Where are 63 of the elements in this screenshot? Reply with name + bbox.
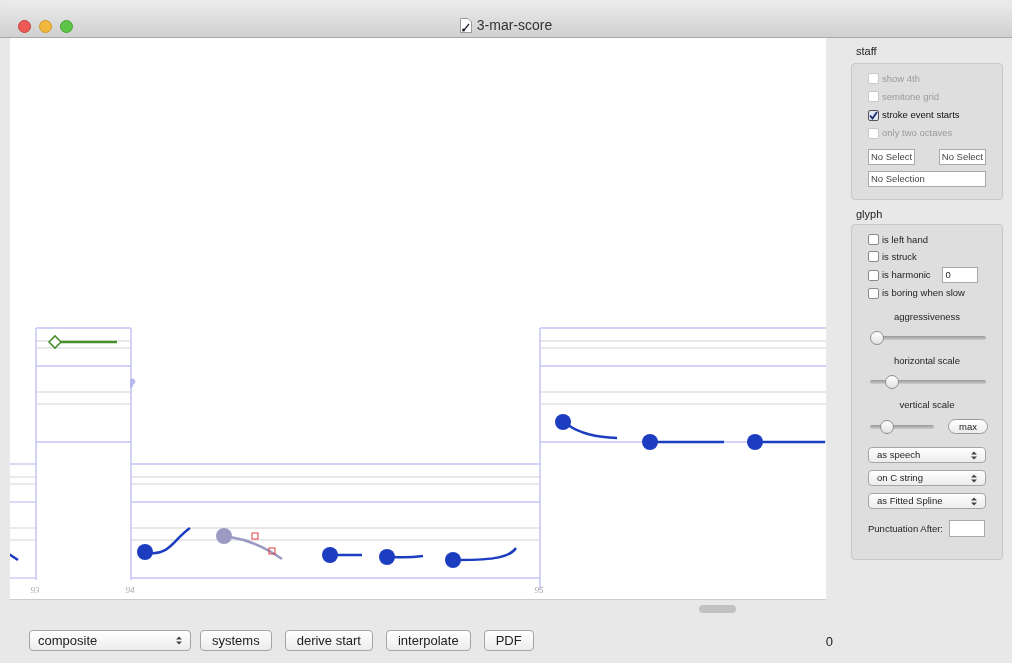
note-drawing bbox=[322, 547, 362, 563]
checkmark-icon bbox=[869, 110, 878, 120]
checkbox-label: stroke event starts bbox=[882, 108, 960, 122]
note-drawing bbox=[379, 549, 424, 565]
stepper-arrows-icon bbox=[971, 450, 977, 460]
number-field[interactable]: 0 bbox=[941, 267, 978, 284]
slider-thumb[interactable] bbox=[885, 375, 900, 389]
slider[interactable] bbox=[870, 375, 986, 389]
checkbox[interactable] bbox=[868, 109, 879, 121]
text-field[interactable]: No Select bbox=[868, 148, 916, 165]
checkbox-label: only two octaves bbox=[882, 126, 953, 141]
toolbar-button[interactable]: derive start bbox=[284, 630, 373, 651]
stepper-arrows-icon bbox=[176, 636, 182, 645]
checkbox-label: is harmonic bbox=[882, 268, 931, 282]
slider[interactable] bbox=[870, 330, 986, 345]
popup-button[interactable]: as Fitted Spline bbox=[868, 493, 986, 510]
stepper-arrows-icon bbox=[971, 473, 977, 483]
popup-button[interactable]: on C string bbox=[868, 470, 986, 487]
note-drawing bbox=[137, 527, 191, 560]
text-field[interactable]: No Selection bbox=[868, 170, 986, 187]
checkbox-label: is left hand bbox=[882, 232, 928, 247]
note-drawing bbox=[555, 414, 618, 440]
checkbox-label: is struck bbox=[882, 249, 917, 264]
toolbar-button[interactable]: interpolate bbox=[386, 630, 471, 651]
slider-label: aggressiveness bbox=[894, 309, 960, 324]
document-icon bbox=[459, 18, 472, 33]
bar-number: 95 bbox=[534, 585, 544, 595]
punctuation-field[interactable] bbox=[949, 520, 985, 538]
popup-button[interactable]: as speech bbox=[868, 447, 986, 464]
minimize-button[interactable] bbox=[39, 20, 52, 33]
comma-mark bbox=[129, 378, 136, 390]
popup-button[interactable]: composite bbox=[29, 630, 191, 651]
slider-label: vertical scale bbox=[899, 398, 955, 412]
checkbox-label: semitone grid bbox=[882, 89, 940, 104]
checkbox[interactable] bbox=[868, 251, 879, 263]
window-title: 3-mar-score bbox=[476, 16, 553, 35]
bar-number: 94 bbox=[125, 585, 135, 595]
checkbox-label: show 4th bbox=[882, 71, 921, 86]
selected-note-drawing bbox=[216, 528, 283, 561]
stepper-arrows-icon bbox=[971, 496, 977, 506]
toolbar-button[interactable]: PDF bbox=[483, 630, 534, 651]
max-button[interactable]: max bbox=[948, 419, 988, 435]
text-field[interactable]: No Select bbox=[938, 148, 986, 165]
punctuation-label: Punctuation After: bbox=[868, 521, 943, 536]
checkbox[interactable] bbox=[868, 287, 879, 299]
note-drawing bbox=[445, 547, 517, 568]
slider[interactable] bbox=[870, 419, 935, 434]
bar-number: 93 bbox=[30, 585, 40, 595]
zoom-button[interactable] bbox=[60, 20, 73, 33]
close-button[interactable] bbox=[18, 20, 31, 33]
toolbar-button[interactable]: systems bbox=[200, 630, 272, 651]
checkbox-label: is boring when slow bbox=[882, 286, 965, 301]
section-title: staff bbox=[856, 44, 878, 59]
note-curve-drawing bbox=[10, 552, 19, 562]
scrollbar-thumb[interactable] bbox=[699, 605, 736, 613]
count-label: 0 bbox=[825, 633, 833, 652]
slider-thumb[interactable] bbox=[880, 419, 894, 434]
slider-label: horizontal scale bbox=[894, 353, 960, 368]
section-title: glyph bbox=[856, 207, 884, 222]
slider-thumb[interactable] bbox=[870, 330, 884, 345]
diamond-note-drawing bbox=[47, 334, 117, 350]
checkbox[interactable] bbox=[868, 269, 879, 281]
checkbox[interactable] bbox=[868, 234, 879, 246]
